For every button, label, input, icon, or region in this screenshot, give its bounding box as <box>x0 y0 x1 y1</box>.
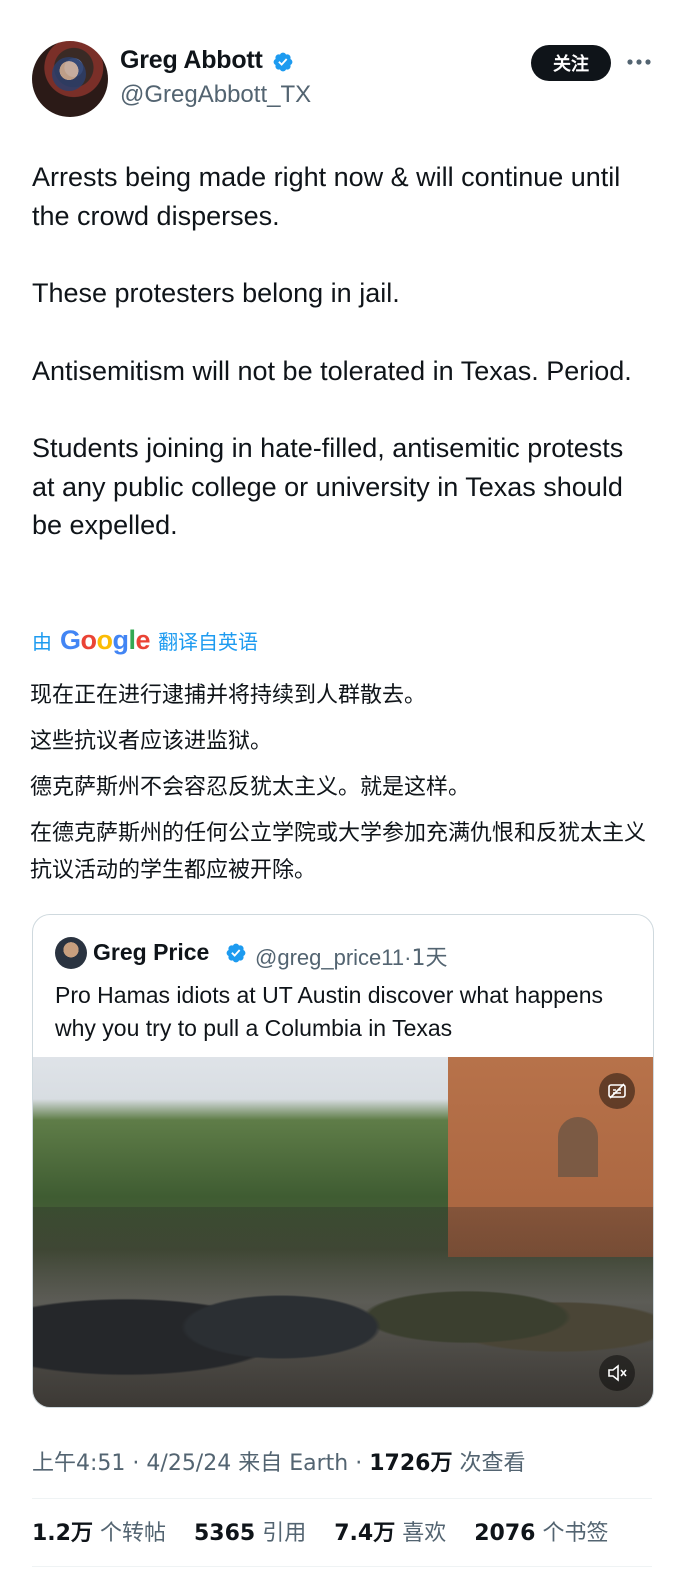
tweet-source: 来自 Earth <box>238 1451 349 1476</box>
quoted-author-avatar <box>55 937 87 969</box>
translated-text: 现在正在进行逮捕并将持续到人群散去。 这些抗议者应该进监狱。 德克萨斯州不会容忍… <box>30 677 654 898</box>
translation-prefix: 由 <box>32 629 52 654</box>
tweet-text: Arrests being made right now & will cont… <box>32 158 652 584</box>
captions-icon[interactable] <box>599 1073 635 1109</box>
tweet-time[interactable]: 上午4:51 <box>32 1451 125 1476</box>
quoted-tweet-card[interactable]: Greg Price @greg_price11·1天 Pro Hamas id… <box>32 914 654 1408</box>
translated-line: 这些抗议者应该进监狱。 <box>30 729 273 754</box>
tweet-paragraph: Antisemitism will not be tolerated in Te… <box>32 355 632 386</box>
translation-suffix: 翻译自英语 <box>158 629 259 654</box>
mute-icon[interactable] <box>599 1355 635 1391</box>
quoted-author-handle-time: @greg_price11·1天 <box>255 940 447 972</box>
divider <box>32 1566 652 1567</box>
quotes-stat[interactable]: 5365 引用 <box>194 1521 306 1546</box>
view-count: 1726万 <box>369 1451 453 1476</box>
more-icon[interactable] <box>626 52 652 72</box>
tweet-paragraph: Students joining in hate-filled, antisem… <box>32 433 624 540</box>
google-logo: Google <box>60 624 151 655</box>
tweet-date[interactable]: 4/25/24 <box>146 1451 231 1476</box>
author-avatar[interactable] <box>32 41 108 117</box>
likes-stat[interactable]: 7.4万 喜欢 <box>334 1521 446 1546</box>
quoted-tweet-time: 1天 <box>411 946 448 971</box>
quoted-video[interactable] <box>33 1057 653 1407</box>
author-name[interactable]: Greg Abbott <box>120 46 263 75</box>
engagement-stats: 1.2万 个转帖 5365 引用 7.4万 喜欢 2076 个书签 <box>32 1515 609 1547</box>
translation-attribution[interactable]: 由 Google 翻译自英语 <box>32 622 258 658</box>
verified-badge-icon <box>273 52 293 72</box>
retweets-stat[interactable]: 1.2万 个转帖 <box>32 1521 166 1546</box>
translated-line: 在德克萨斯州的任何公立学院或大学参加充满仇恨和反犹太主义抗议活动的学生都应被开除… <box>30 821 647 883</box>
bookmarks-stat[interactable]: 2076 个书签 <box>474 1521 608 1546</box>
tweet-paragraph: These protesters belong in jail. <box>32 278 400 308</box>
follow-button[interactable]: 关注 <box>531 45 611 81</box>
video-frame-crowd <box>33 1207 653 1407</box>
view-label: 次查看 <box>459 1451 526 1476</box>
verified-badge-icon <box>226 943 246 963</box>
divider <box>32 1498 652 1499</box>
translated-line: 德克萨斯州不会容忍反犹太主义。就是这样。 <box>30 775 471 800</box>
quoted-author-handle: @greg_price11 <box>255 945 405 970</box>
quoted-tweet-text: Pro Hamas idiots at UT Austin discover w… <box>55 982 604 1041</box>
translated-line: 现在正在进行逮捕并将持续到人群散去。 <box>30 683 427 708</box>
separator-dot: · <box>355 1451 370 1476</box>
quoted-author-name: Greg Price <box>93 939 210 965</box>
tweet-paragraph: Arrests being made right now & will cont… <box>32 162 621 231</box>
tweet-meta: 上午4:51 · 4/25/24 来自 Earth · 1726万 次查看 <box>32 1445 525 1477</box>
separator-dot: · <box>132 1451 147 1476</box>
author-handle[interactable]: @GregAbbott_TX <box>120 81 311 109</box>
